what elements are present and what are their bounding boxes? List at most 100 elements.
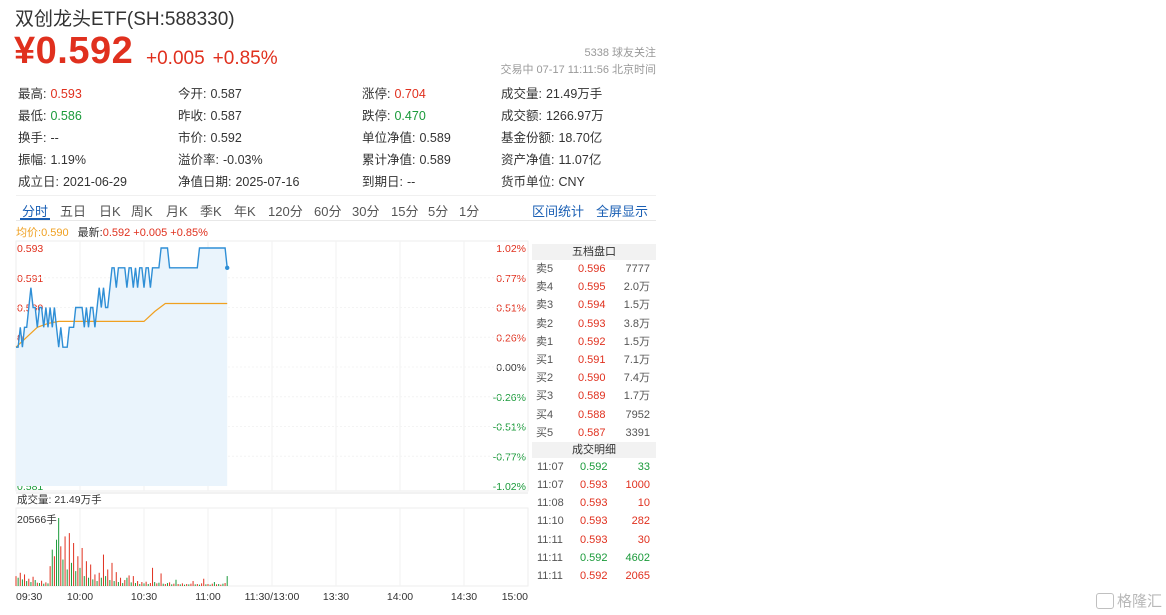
quote-label: 单位净值: bbox=[362, 131, 416, 145]
security-title: 双创龙头ETF(SH:588330) bbox=[15, 9, 235, 30]
quote-label: 累计净值: bbox=[362, 153, 416, 167]
bid-level-vol: 1.7万 bbox=[623, 390, 650, 403]
quote-label: 成立日: bbox=[18, 175, 59, 189]
trade-row-time: 11:08 bbox=[537, 497, 564, 510]
trade-row-price: 0.593 bbox=[580, 533, 608, 546]
tab-period[interactable]: 季K bbox=[200, 201, 222, 220]
tab-period[interactable]: 五日 bbox=[60, 201, 86, 220]
quote-label: 净值日期: bbox=[178, 175, 232, 189]
ask-level-price: 0.592 bbox=[578, 335, 606, 348]
percent-tick-label: -0.77% bbox=[493, 451, 526, 463]
tab-period[interactable]: 1分 bbox=[459, 201, 479, 220]
bid-level-vol: 7952 bbox=[625, 408, 650, 421]
time-tick-label: 11:00 bbox=[195, 591, 221, 603]
trade-row-vol: 4602 bbox=[625, 551, 650, 564]
watermark-logo: 格隆汇 bbox=[1095, 590, 1162, 611]
quote-cell: 成交额: 1266.97万 bbox=[501, 105, 604, 124]
tab-period[interactable]: 15分 bbox=[391, 201, 418, 220]
time-tick-label: 10:30 bbox=[131, 591, 157, 603]
trade-row-price: 0.593 bbox=[580, 497, 608, 510]
time-tick-label: 11:30/13:00 bbox=[245, 591, 300, 603]
fullscreen-link[interactable]: 全屏显示 bbox=[596, 201, 648, 220]
quote-cell: 累计净值: 0.589 bbox=[362, 149, 451, 168]
price-change: +0.005 +0.85% bbox=[146, 48, 286, 70]
percent-tick-label: -0.26% bbox=[493, 392, 526, 404]
bid-level-label: 买3 bbox=[536, 390, 554, 403]
bid-level-vol: 3391 bbox=[625, 426, 650, 439]
ask-level: 卖5 0.596 7777 bbox=[532, 260, 656, 278]
price-tick-label: 0.593 bbox=[17, 243, 43, 255]
quote-label: 换手: bbox=[18, 131, 47, 145]
intraday-chart[interactable]: 0.5931.02%0.5910.77%0.5900.51%0.5890.26%… bbox=[0, 236, 532, 615]
bid-level-label: 买1 bbox=[536, 353, 554, 366]
tab-period[interactable]: 30分 bbox=[352, 201, 379, 220]
trade-row-price: 0.593 bbox=[580, 515, 608, 528]
quote-label: 昨收: bbox=[178, 109, 207, 123]
quote-cell: 今开: 0.587 bbox=[178, 83, 242, 102]
tab-period[interactable]: 120分 bbox=[268, 201, 303, 220]
quote-label: 资产净值: bbox=[501, 153, 555, 167]
quote-cell: 溢价率: -0.03% bbox=[178, 149, 263, 168]
quote-row: 振幅: 1.19% 溢价率: -0.03% 累计净值: 0.589 资产净值: 11.07亿 bbox=[18, 149, 658, 169]
bid-level-label: 买5 bbox=[536, 426, 554, 439]
quote-value: 0.589 bbox=[419, 131, 451, 145]
trade-row-price: 0.592 bbox=[580, 551, 608, 564]
quote-label: 最高: bbox=[18, 87, 47, 101]
quote-value: 1266.97万 bbox=[545, 109, 604, 123]
quote-cell: 振幅: 1.19% bbox=[18, 149, 86, 168]
percent-tick-label: 0.77% bbox=[496, 273, 526, 285]
bid-level-price: 0.591 bbox=[578, 353, 606, 366]
quote-value: 0.586 bbox=[50, 109, 82, 123]
tab-period[interactable]: 分时 bbox=[22, 201, 48, 220]
quote-cell: 净值日期: 2025-07-16 bbox=[178, 171, 299, 190]
quote-label: 成交额: bbox=[501, 109, 542, 123]
current-price: ¥0.592 bbox=[14, 30, 134, 72]
trade-status: 交易中 07-17 11:11:56 北京时间 bbox=[500, 64, 657, 76]
time-tick-label: 14:30 bbox=[451, 591, 477, 603]
trade-row-vol: 33 bbox=[637, 460, 650, 473]
percent-tick-label: 0.51% bbox=[496, 303, 526, 315]
ask-level-price: 0.594 bbox=[578, 299, 606, 312]
tab-period[interactable]: 日K bbox=[99, 201, 121, 220]
bid-level: 买3 0.589 1.7万 bbox=[532, 387, 656, 405]
tab-period[interactable]: 年K bbox=[234, 201, 256, 220]
ask-level: 卖4 0.595 2.0万 bbox=[532, 278, 656, 296]
quote-cell: 资产净值: 11.07亿 bbox=[501, 149, 601, 168]
order-book-panel: 五档盘口 卖5 0.596 7777 卖4 0.595 2.0万 卖3 0.594 1.5万 卖2… bbox=[532, 244, 656, 585]
change-amount: +0.005 bbox=[146, 48, 205, 69]
gelonghui-logo-icon bbox=[1095, 593, 1114, 609]
quote-cell: 基金份额: 18.70亿 bbox=[501, 127, 602, 146]
tab-period[interactable]: 5分 bbox=[428, 201, 448, 220]
quote-value: 2025-07-16 bbox=[235, 175, 300, 189]
trades-title: 成交明细 bbox=[532, 441, 656, 458]
quote-cell: 换手: -- bbox=[18, 127, 59, 146]
bid-level: 买4 0.588 7952 bbox=[532, 406, 656, 424]
watermark-text: 格隆汇 bbox=[1116, 593, 1162, 610]
quote-cell: 成立日: 2021-06-29 bbox=[18, 171, 127, 190]
quote-cell: 跌停: 0.470 bbox=[362, 105, 426, 124]
trade-row: 11:08 0.593 10 bbox=[532, 494, 656, 512]
quote-row: 成立日: 2021-06-29 净值日期: 2025-07-16 到期日: -- 货币单位:… bbox=[18, 171, 658, 191]
range-stats-link[interactable]: 区间统计 bbox=[532, 201, 584, 220]
tab-period[interactable]: 月K bbox=[166, 201, 188, 220]
trade-row: 11:07 0.593 1000 bbox=[532, 476, 656, 494]
volume-max-label: 20566手 bbox=[17, 513, 57, 526]
time-tick-label: 10:00 bbox=[67, 591, 93, 603]
tab-period[interactable]: 周K bbox=[131, 201, 153, 220]
bid-level-price: 0.589 bbox=[578, 390, 606, 403]
time-tick-label: 13:30 bbox=[323, 591, 349, 603]
order-book-title: 五档盘口 bbox=[532, 244, 656, 260]
trade-row-vol: 30 bbox=[637, 533, 650, 546]
quote-value: 1.19% bbox=[50, 153, 86, 167]
quote-cell: 最高: 0.593 bbox=[18, 83, 82, 102]
bid-level-label: 买4 bbox=[536, 408, 554, 421]
quote-value: -- bbox=[50, 131, 59, 145]
ask-level-label: 卖2 bbox=[536, 317, 554, 330]
quote-label: 今开: bbox=[178, 87, 207, 101]
volume-label: 成交量: 21.49万手 bbox=[17, 493, 102, 506]
bid-level: 买1 0.591 7.1万 bbox=[532, 351, 656, 369]
tab-period[interactable]: 60分 bbox=[314, 201, 341, 220]
quote-label: 基金份额: bbox=[501, 131, 555, 145]
time-tick-label: 09:30 bbox=[16, 591, 42, 603]
followers-count[interactable]: 5338 球友关注 bbox=[584, 44, 656, 60]
